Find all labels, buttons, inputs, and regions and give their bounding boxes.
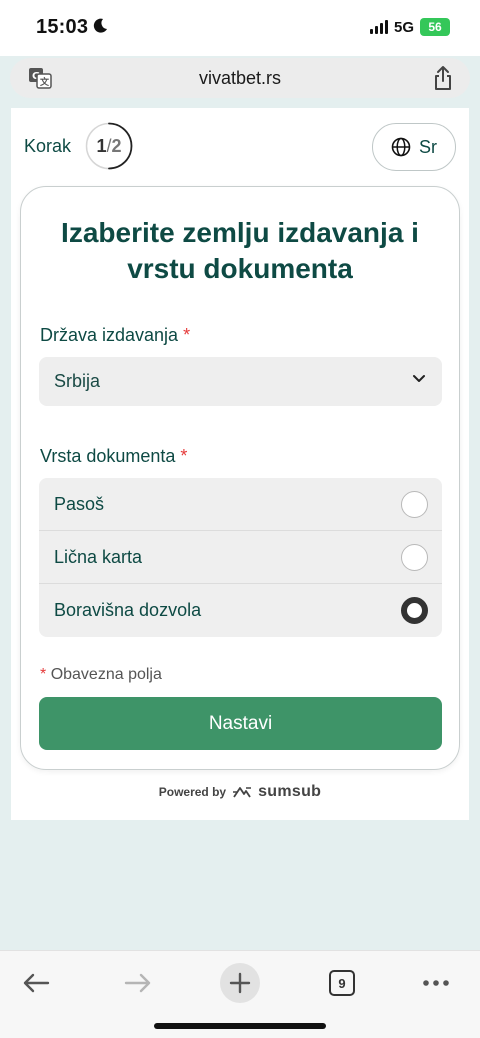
- forward-button[interactable]: [118, 963, 158, 1003]
- step-indicator: Korak 1/2: [24, 122, 133, 170]
- status-bar: 15:03 5G 56: [0, 0, 480, 56]
- url-text[interactable]: vivatbet.rs: [10, 68, 470, 89]
- radio-button[interactable]: [401, 597, 428, 624]
- status-indicators: 5G 56: [369, 18, 450, 36]
- required-fields-note: * Obavezna polja: [40, 666, 162, 684]
- sumsub-logo-icon: [233, 787, 252, 798]
- tabs-icon: 9: [329, 970, 355, 996]
- back-button[interactable]: [16, 963, 56, 1003]
- required-asterisk: *: [40, 666, 47, 683]
- radio-button[interactable]: [401, 490, 428, 518]
- step-label: Korak: [24, 135, 72, 156]
- chevron-down-icon: [413, 375, 425, 382]
- country-value: Srbija: [54, 371, 101, 391]
- option-label: Pasoš: [54, 493, 105, 514]
- new-tab-button[interactable]: [220, 963, 260, 1003]
- signal-icon: [369, 20, 388, 34]
- network-type: 5G: [393, 18, 414, 36]
- more-button[interactable]: [416, 963, 456, 1003]
- powered-by: Powered by sumsub: [0, 783, 480, 801]
- country-select[interactable]: Srbija: [39, 357, 442, 406]
- form-title: Izaberite zemlju izdavanja i vrstu dokum…: [61, 217, 419, 284]
- status-time: 15:03: [36, 16, 89, 38]
- moon-icon: [93, 18, 107, 33]
- plus-icon: [229, 972, 251, 994]
- share-icon[interactable]: [432, 65, 454, 91]
- country-label-text: Država izdavanja: [40, 325, 179, 345]
- battery-indicator: 56: [420, 18, 450, 36]
- back-arrow-icon: [23, 973, 50, 993]
- continue-button[interactable]: Nastavi: [39, 697, 442, 750]
- tabs-button[interactable]: 9: [322, 963, 362, 1003]
- forward-arrow-icon: [124, 973, 151, 993]
- option-label: Lična karta: [54, 546, 143, 567]
- language-label: Sr: [419, 136, 437, 157]
- language-button[interactable]: Sr: [372, 123, 456, 171]
- required-note-text: Obavezna polja: [50, 666, 162, 683]
- radio-button[interactable]: [401, 543, 428, 571]
- globe-icon: [391, 137, 411, 157]
- required-asterisk: *: [183, 325, 191, 345]
- more-icon: [423, 980, 449, 986]
- country-field-label: Država izdavanja *: [40, 325, 190, 346]
- sumsub-brand: sumsub: [258, 783, 322, 800]
- required-asterisk: *: [180, 446, 188, 466]
- url-bar[interactable]: G 文 vivatbet.rs: [10, 58, 470, 98]
- home-indicator: [154, 1023, 326, 1029]
- doc-label-text: Vrsta dokumenta: [40, 446, 176, 466]
- document-type-label: Vrsta dokumenta *: [40, 446, 187, 467]
- document-type-options: Pasoš Lična karta Boravišna dozvola: [39, 478, 442, 637]
- document-form-card: Izaberite zemlju izdavanja i vrstu dokum…: [20, 186, 460, 770]
- step-progress-circle: 1/2: [85, 122, 133, 170]
- option-boravisna-dozvola[interactable]: Boravišna dozvola: [39, 584, 442, 637]
- option-label: Boravišna dozvola: [54, 600, 202, 620]
- option-pasos[interactable]: Pasoš: [39, 478, 442, 531]
- option-licna-karta[interactable]: Lična karta: [39, 531, 442, 584]
- powered-by-text: Powered by: [158, 785, 227, 799]
